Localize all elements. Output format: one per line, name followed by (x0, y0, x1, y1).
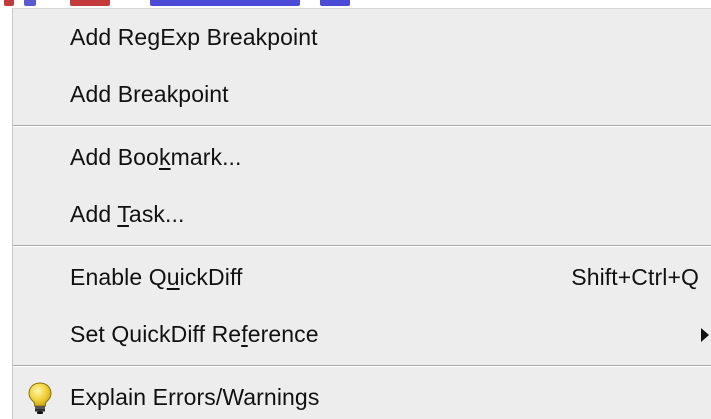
menu-item-add-task[interactable]: Add Task... (13, 186, 711, 243)
mnemonic-letter: T (117, 201, 129, 227)
menu-item-enable-quickdiff[interactable]: Enable QuickDiff Shift+Ctrl+Q (13, 249, 711, 306)
menu-item-label: Add RegExp Breakpoint (70, 24, 318, 50)
menu-item-label: Explain Errors/Warnings (70, 384, 320, 410)
mnemonic-letter: u (166, 264, 180, 290)
menu-item-label: Add Breakpoint (70, 81, 229, 107)
keyboard-shortcut: Shift+Ctrl+Q (571, 264, 699, 290)
submenu-arrow-icon (701, 327, 709, 342)
lightbulb-icon (28, 381, 52, 414)
mnemonic-letter: k (158, 144, 171, 170)
menu-item-label: Enable QuickDiff (70, 264, 243, 290)
page: Add RegExp Breakpoint Add Breakpoint Add… (0, 0, 711, 419)
context-menu: Add RegExp Breakpoint Add Breakpoint Add… (12, 8, 711, 419)
menu-item-add-bookmark[interactable]: Add Bookmark... (13, 129, 711, 186)
menu-item-label: Add Task... (70, 201, 185, 227)
menu-item-add-regexp-breakpoint[interactable]: Add RegExp Breakpoint (13, 9, 711, 66)
menu-item-add-breakpoint[interactable]: Add Breakpoint (13, 66, 711, 123)
menu-item-explain-errors-warnings[interactable]: Explain Errors/Warnings (13, 369, 711, 419)
menu-item-set-quickdiff-reference[interactable]: Set QuickDiff Reference (13, 306, 711, 363)
menu-separator (13, 245, 711, 247)
menu-item-label: Set QuickDiff Reference (70, 321, 319, 347)
menu-item-label: Add Bookmark... (70, 144, 242, 170)
menu-separator (13, 365, 711, 367)
menu-separator (13, 125, 711, 127)
